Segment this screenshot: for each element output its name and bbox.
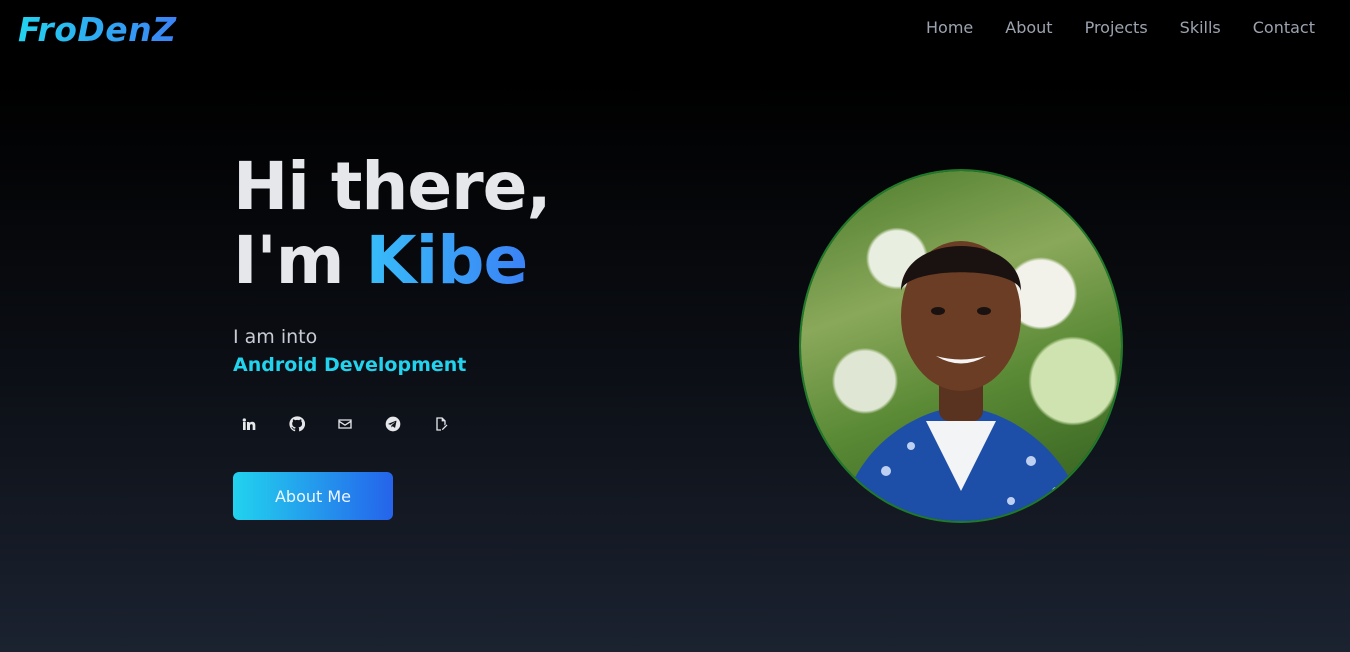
about-me-button[interactable]: About Me xyxy=(233,472,393,520)
nav-projects-link[interactable]: Projects xyxy=(1085,18,1148,37)
edit-document-icon[interactable] xyxy=(425,408,457,440)
hero-name: Kibe xyxy=(365,222,529,299)
brand-logo[interactable]: FroDenZ xyxy=(18,10,177,49)
telegram-icon[interactable] xyxy=(377,408,409,440)
hero-heading: Hi there, I'm Kibe xyxy=(233,150,693,298)
profile-photo-illustration xyxy=(841,241,1086,521)
nav-home-link[interactable]: Home xyxy=(926,18,973,37)
mail-icon[interactable] xyxy=(329,408,361,440)
tagline-focus: Android Development xyxy=(233,354,467,376)
nav-links: Home About Projects Skills Contact xyxy=(926,18,1315,37)
nav-skills-link[interactable]: Skills xyxy=(1180,18,1221,37)
tagline-intro: I am into xyxy=(233,326,318,348)
social-links xyxy=(233,408,457,440)
profile-photo xyxy=(801,171,1121,521)
nav-about-link[interactable]: About xyxy=(1005,18,1052,37)
github-icon[interactable] xyxy=(281,408,313,440)
greeting-line-2: I'm Kibe xyxy=(233,224,693,298)
greeting-line-1: Hi there, xyxy=(233,148,552,225)
linkedin-icon[interactable] xyxy=(233,408,265,440)
navbar: FroDenZ Home About Projects Skills Conta… xyxy=(0,0,1350,58)
greeting-prefix: I'm xyxy=(233,222,345,299)
nav-contact-link[interactable]: Contact xyxy=(1253,18,1315,37)
